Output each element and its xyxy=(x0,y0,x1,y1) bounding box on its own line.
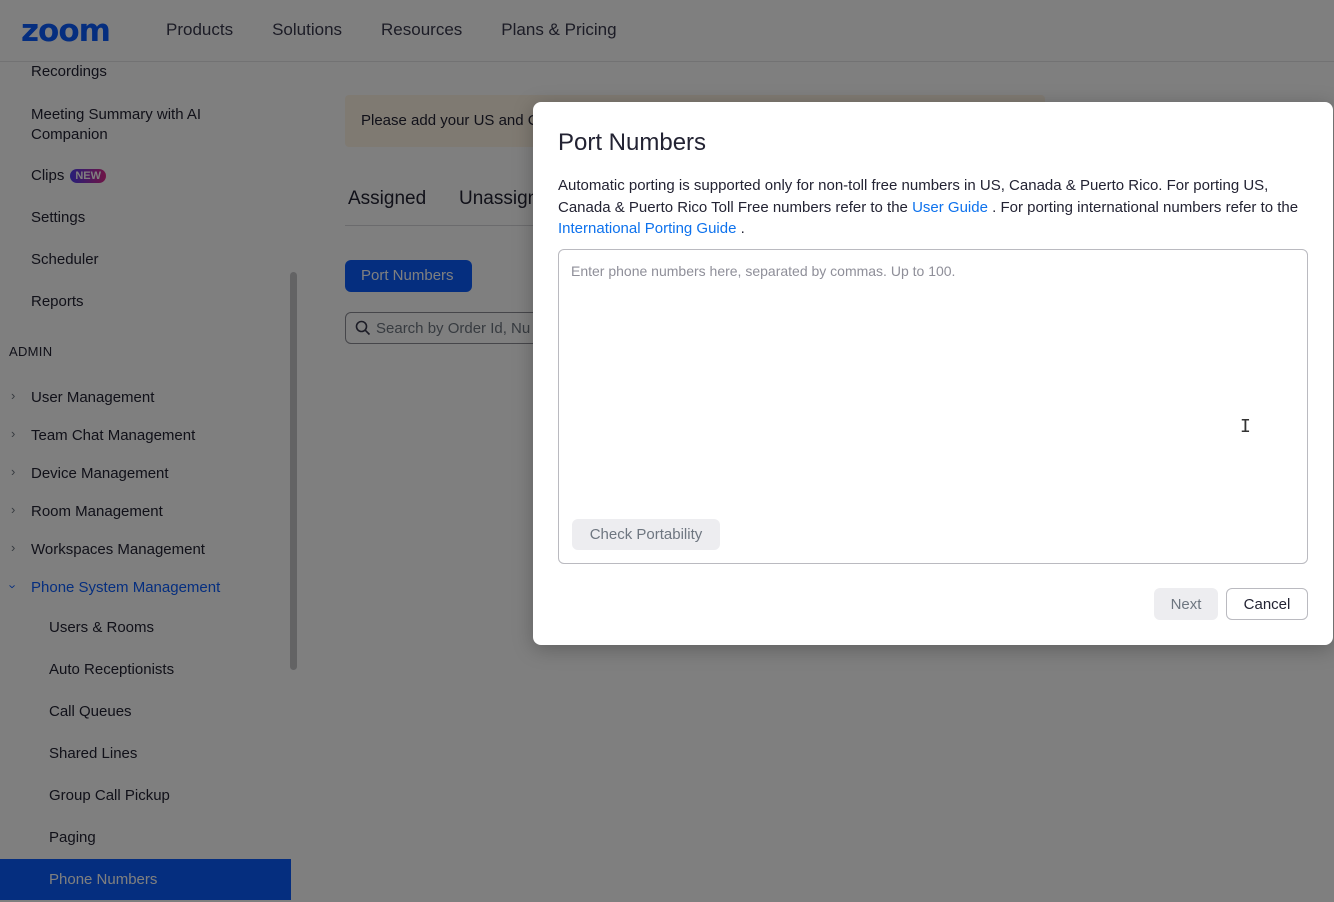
user-guide-link[interactable]: User Guide xyxy=(912,199,988,216)
phone-numbers-textarea[interactable] xyxy=(559,250,1307,505)
port-numbers-dialog: Port Numbers Automatic porting is suppor… xyxy=(533,102,1333,645)
phone-numbers-field-wrapper: Check Portability xyxy=(558,249,1308,564)
description-text: . For porting international numbers refe… xyxy=(987,198,1299,216)
check-portability-button[interactable]: Check Portability xyxy=(572,519,720,550)
international-porting-guide-link[interactable]: International Porting Guide xyxy=(558,220,736,237)
next-button[interactable]: Next xyxy=(1154,588,1218,620)
description-text: . xyxy=(736,220,745,237)
cancel-button[interactable]: Cancel xyxy=(1226,588,1308,620)
dialog-description: Automatic porting is supported only for … xyxy=(558,175,1313,240)
dialog-title: Port Numbers xyxy=(558,129,707,156)
text-cursor-icon: I xyxy=(1240,416,1251,437)
